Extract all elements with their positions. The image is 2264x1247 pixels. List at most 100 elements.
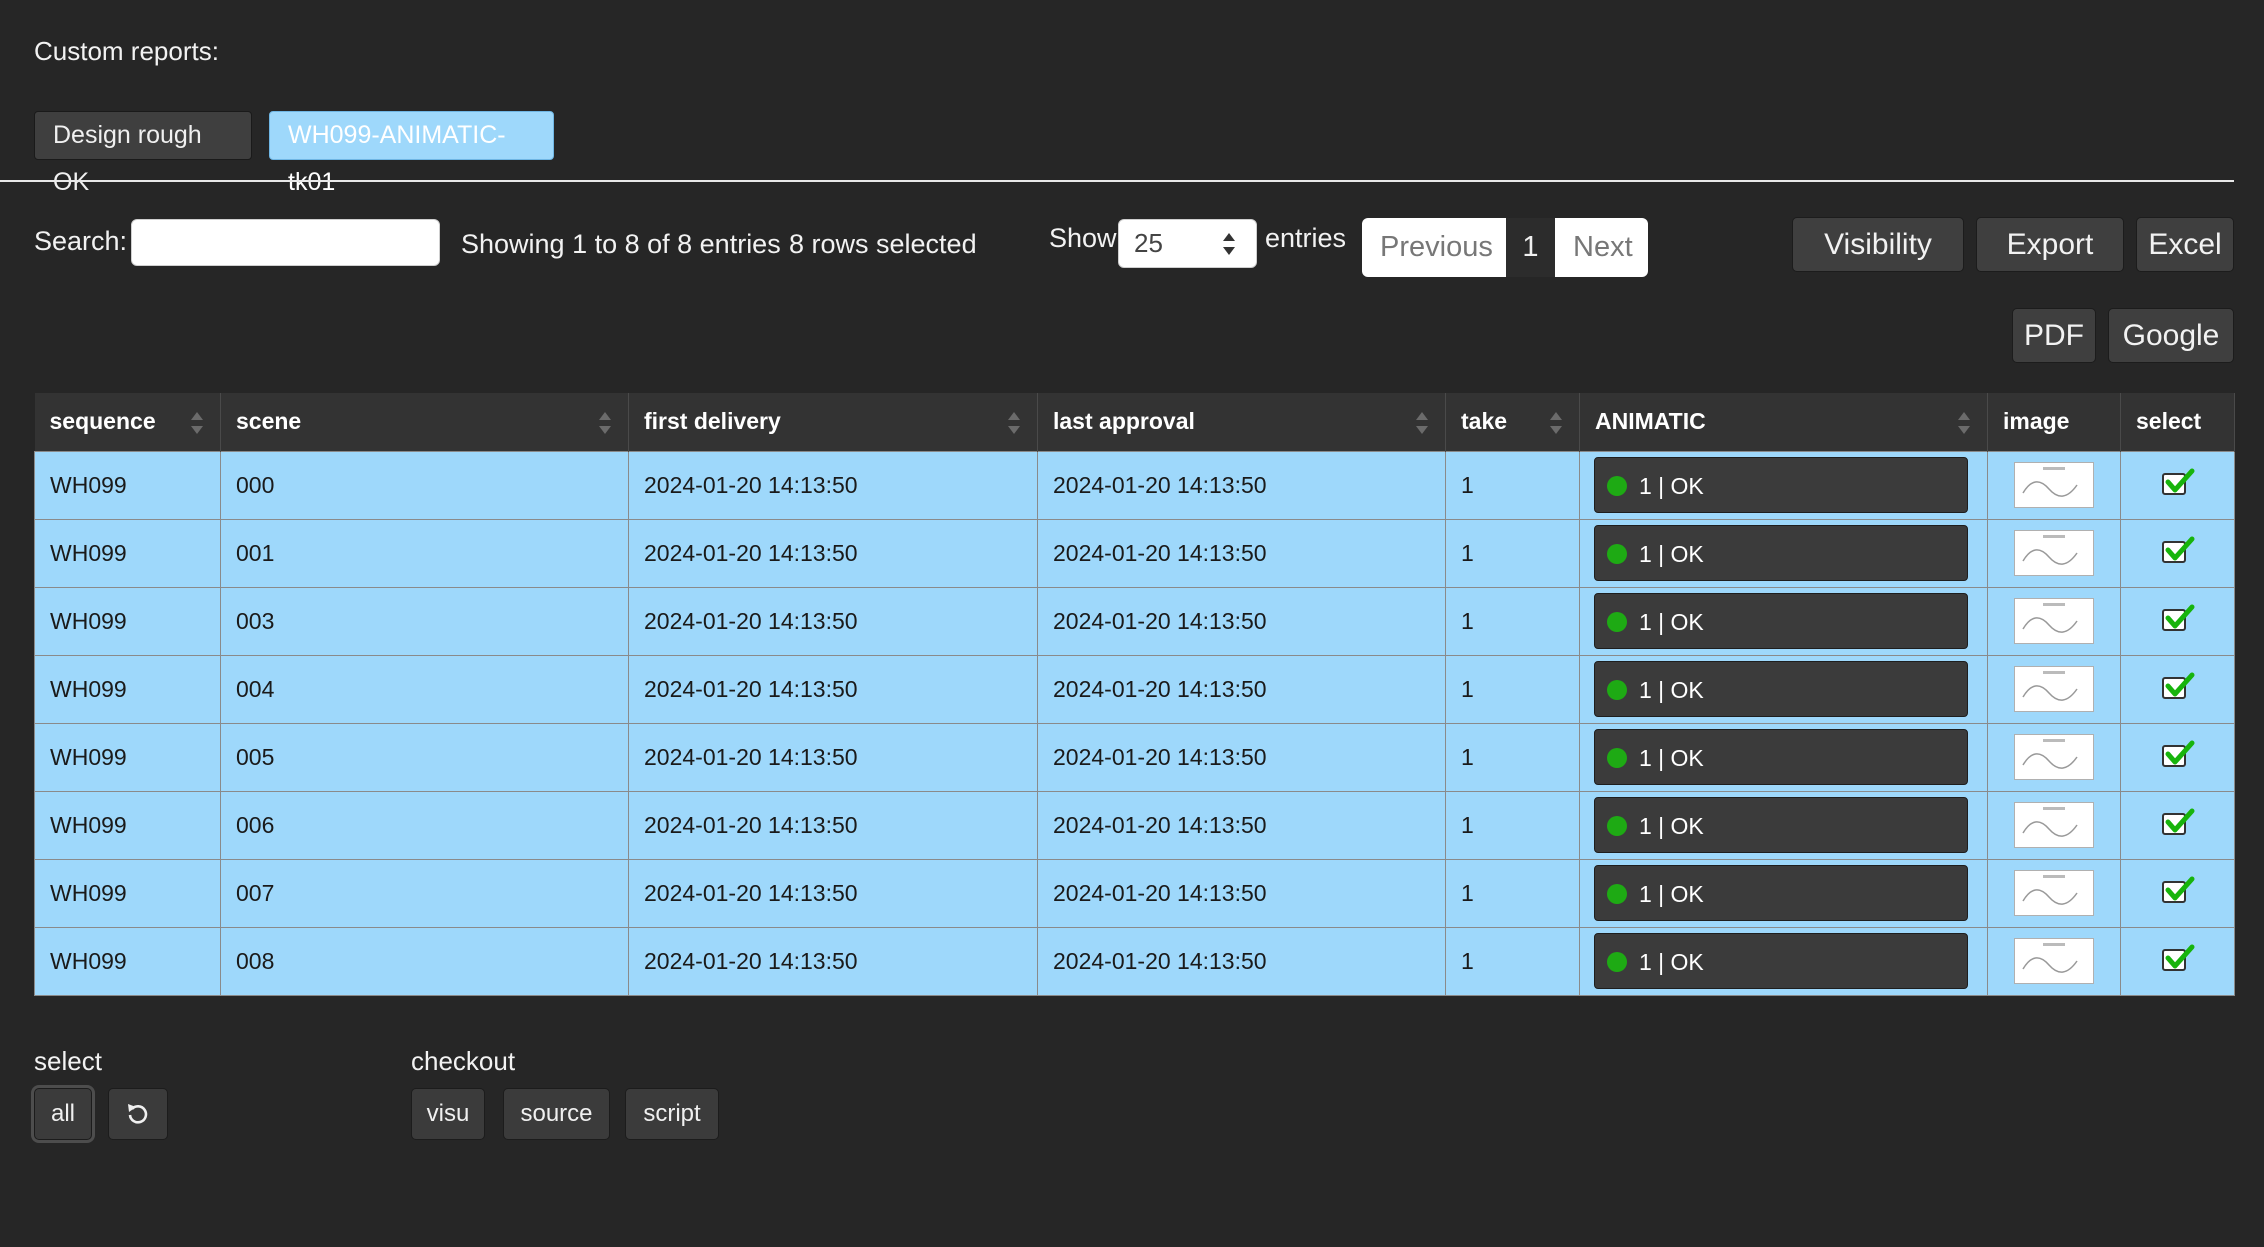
cell-select[interactable]: [2120, 518, 2235, 588]
checked-icon: [2161, 876, 2194, 903]
pdf-button[interactable]: PDF: [2012, 308, 2096, 363]
sort-icon: [599, 412, 611, 434]
animatic-status-label: 1 | OK: [1639, 813, 1704, 839]
animatic-status-label: 1 | OK: [1639, 473, 1704, 499]
table-row[interactable]: WH099 001 2024-01-20 14:13:50 2024-01-20 14…: [34, 518, 2235, 588]
previous-page-button[interactable]: Previous: [1362, 218, 1506, 277]
status-dot-icon: [1607, 476, 1627, 496]
status-dot-icon: [1607, 680, 1627, 700]
report-tab-wh099-animatic[interactable]: WH099-ANIMATIC-tk01: [269, 111, 554, 196]
animatic-status-button[interactable]: 1 | OK: [1594, 933, 1968, 989]
reset-selection-button[interactable]: [108, 1088, 168, 1140]
cell-animatic: 1 | OK: [1579, 450, 1988, 520]
cell-select[interactable]: [2120, 654, 2235, 724]
checkout-source-button[interactable]: source: [503, 1088, 610, 1140]
checked-icon: [2161, 808, 2194, 835]
cell-select[interactable]: [2120, 790, 2235, 860]
cell-image: [1987, 518, 2121, 588]
cell-select[interactable]: [2120, 926, 2235, 996]
table-body: WH099 000 2024-01-20 14:13:50 2024-01-20 14…: [34, 450, 2235, 996]
checked-icon: [2161, 944, 2194, 971]
column-header-animatic[interactable]: ANIMATIC: [1579, 393, 1988, 451]
visibility-button[interactable]: Visibility: [1792, 217, 1964, 272]
animatic-status-label: 1 | OK: [1639, 949, 1704, 975]
page-length-value: 25: [1134, 228, 1163, 258]
reset-icon: [128, 1104, 148, 1124]
cell-image: [1987, 450, 2121, 520]
cell-sequence: WH099: [34, 722, 221, 792]
sort-icon: [1958, 412, 1970, 434]
next-page-button[interactable]: Next: [1555, 218, 1648, 277]
cell-take: 1: [1445, 518, 1580, 588]
table-row[interactable]: WH099 004 2024-01-20 14:13:50 2024-01-20 14…: [34, 654, 2235, 724]
animatic-status-button[interactable]: 1 | OK: [1594, 457, 1968, 513]
table-row[interactable]: WH099 003 2024-01-20 14:13:50 2024-01-20 14…: [34, 586, 2235, 656]
cell-take: 1: [1445, 858, 1580, 928]
animatic-status-button[interactable]: 1 | OK: [1594, 797, 1968, 853]
cell-take: 1: [1445, 790, 1580, 860]
cell-take: 1: [1445, 926, 1580, 996]
export-button[interactable]: Export: [1976, 217, 2124, 272]
cell-take: 1: [1445, 450, 1580, 520]
thumbnail-image[interactable]: [2014, 802, 2094, 848]
table-row[interactable]: WH099 005 2024-01-20 14:13:50 2024-01-20 14…: [34, 722, 2235, 792]
thumbnail-image[interactable]: [2014, 530, 2094, 576]
report-tab-design-rough-ok[interactable]: Design rough OK: [34, 111, 252, 196]
animatic-status-label: 1 | OK: [1639, 541, 1704, 567]
cell-select[interactable]: [2120, 450, 2235, 520]
thumbnail-image[interactable]: [2014, 734, 2094, 780]
select-all-button[interactable]: all: [34, 1088, 92, 1140]
animatic-status-button[interactable]: 1 | OK: [1594, 729, 1968, 785]
column-header-first-delivery[interactable]: first delivery: [628, 393, 1038, 451]
cell-last-approval: 2024-01-20 14:13:50: [1037, 450, 1446, 520]
table-row[interactable]: WH099 006 2024-01-20 14:13:50 2024-01-20 14…: [34, 790, 2235, 860]
page-length-select[interactable]: 25: [1118, 219, 1257, 268]
animatic-status-button[interactable]: 1 | OK: [1594, 661, 1968, 717]
entries-info: Showing 1 to 8 of 8 entries: [461, 229, 781, 259]
cell-animatic: 1 | OK: [1579, 654, 1988, 724]
checkout-script-button[interactable]: script: [625, 1088, 719, 1140]
cell-animatic: 1 | OK: [1579, 790, 1988, 860]
select-label: select: [34, 1046, 102, 1076]
google-button[interactable]: Google: [2108, 308, 2234, 363]
thumbnail-image[interactable]: [2014, 462, 2094, 508]
page-1-button[interactable]: 1: [1506, 218, 1555, 277]
thumbnail-image[interactable]: [2014, 938, 2094, 984]
sort-icon: [1550, 412, 1562, 434]
show-label: Show: [1049, 223, 1117, 253]
cell-select[interactable]: [2120, 858, 2235, 928]
animatic-status-button[interactable]: 1 | OK: [1594, 525, 1968, 581]
cell-take: 1: [1445, 722, 1580, 792]
table-row[interactable]: WH099 000 2024-01-20 14:13:50 2024-01-20 14…: [34, 450, 2235, 520]
table-row[interactable]: WH099 007 2024-01-20 14:13:50 2024-01-20 14…: [34, 858, 2235, 928]
cell-image: [1987, 722, 2121, 792]
status-dot-icon: [1607, 544, 1627, 564]
animatic-status-button[interactable]: 1 | OK: [1594, 865, 1968, 921]
cell-animatic: 1 | OK: [1579, 926, 1988, 996]
search-input[interactable]: [131, 219, 440, 266]
cell-first-delivery: 2024-01-20 14:13:50: [628, 586, 1038, 656]
thumbnail-image[interactable]: [2014, 666, 2094, 712]
cell-scene: 008: [220, 926, 629, 996]
column-header-sequence[interactable]: sequence: [34, 393, 221, 451]
thumbnail-image[interactable]: [2014, 870, 2094, 916]
column-header-image: image: [1987, 393, 2121, 451]
cell-first-delivery: 2024-01-20 14:13:50: [628, 858, 1038, 928]
animatic-status-button[interactable]: 1 | OK: [1594, 593, 1968, 649]
excel-button[interactable]: Excel: [2136, 217, 2234, 272]
table-header-row: sequence scene first delivery last appro…: [34, 393, 2235, 451]
cell-select[interactable]: [2120, 586, 2235, 656]
column-header-last-approval[interactable]: last approval: [1037, 393, 1446, 451]
thumbnail-image[interactable]: [2014, 598, 2094, 644]
table-row[interactable]: WH099 008 2024-01-20 14:13:50 2024-01-20 14…: [34, 926, 2235, 996]
rows-selected-info: 8 rows selected: [789, 229, 977, 259]
updown-arrows-icon: [1223, 233, 1235, 255]
column-header-take[interactable]: take: [1445, 393, 1580, 451]
cell-image: [1987, 790, 2121, 860]
column-header-scene[interactable]: scene: [220, 393, 629, 451]
cell-select[interactable]: [2120, 722, 2235, 792]
animatic-status-label: 1 | OK: [1639, 609, 1704, 635]
entries-label: entries: [1265, 223, 1347, 253]
cell-animatic: 1 | OK: [1579, 586, 1988, 656]
checkout-visu-button[interactable]: visu: [411, 1088, 485, 1140]
